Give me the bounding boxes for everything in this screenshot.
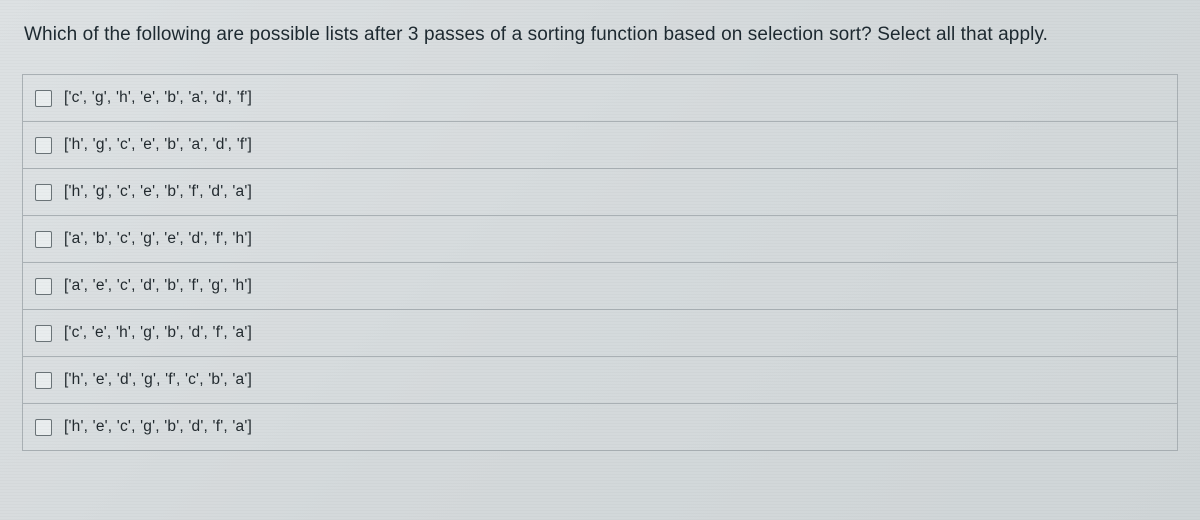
checkbox-icon[interactable] <box>35 419 52 436</box>
option-row[interactable]: ['c', 'e', 'h', 'g', 'b', 'd', 'f', 'a'] <box>22 309 1178 357</box>
option-label: ['c', 'g', 'h', 'e', 'b', 'a', 'd', 'f'] <box>64 89 252 107</box>
quiz-container: Which of the following are possible list… <box>0 0 1200 520</box>
options-list: ['c', 'g', 'h', 'e', 'b', 'a', 'd', 'f']… <box>22 74 1178 451</box>
option-label: ['a', 'e', 'c', 'd', 'b', 'f', 'g', 'h'] <box>64 277 252 295</box>
option-label: ['h', 'e', 'd', 'g', 'f', 'c', 'b', 'a'] <box>64 371 252 389</box>
checkbox-icon[interactable] <box>35 278 52 295</box>
checkbox-icon[interactable] <box>35 372 52 389</box>
question-text: Which of the following are possible list… <box>24 24 1178 46</box>
option-label: ['c', 'e', 'h', 'g', 'b', 'd', 'f', 'a'] <box>64 324 252 342</box>
checkbox-icon[interactable] <box>35 325 52 342</box>
option-row[interactable]: ['h', 'g', 'c', 'e', 'b', 'f', 'd', 'a'] <box>22 168 1178 216</box>
option-label: ['h', 'e', 'c', 'g', 'b', 'd', 'f', 'a'] <box>64 418 252 436</box>
option-row[interactable]: ['h', 'e', 'd', 'g', 'f', 'c', 'b', 'a'] <box>22 356 1178 404</box>
checkbox-icon[interactable] <box>35 184 52 201</box>
checkbox-icon[interactable] <box>35 137 52 154</box>
option-label: ['h', 'g', 'c', 'e', 'b', 'a', 'd', 'f'] <box>64 136 252 154</box>
option-row[interactable]: ['a', 'b', 'c', 'g', 'e', 'd', 'f', 'h'] <box>22 215 1178 263</box>
checkbox-icon[interactable] <box>35 231 52 248</box>
option-label: ['a', 'b', 'c', 'g', 'e', 'd', 'f', 'h'] <box>64 230 252 248</box>
option-label: ['h', 'g', 'c', 'e', 'b', 'f', 'd', 'a'] <box>64 183 252 201</box>
option-row[interactable]: ['h', 'g', 'c', 'e', 'b', 'a', 'd', 'f'] <box>22 121 1178 169</box>
option-row[interactable]: ['c', 'g', 'h', 'e', 'b', 'a', 'd', 'f'] <box>22 74 1178 122</box>
option-row[interactable]: ['h', 'e', 'c', 'g', 'b', 'd', 'f', 'a'] <box>22 403 1178 451</box>
checkbox-icon[interactable] <box>35 90 52 107</box>
option-row[interactable]: ['a', 'e', 'c', 'd', 'b', 'f', 'g', 'h'] <box>22 262 1178 310</box>
